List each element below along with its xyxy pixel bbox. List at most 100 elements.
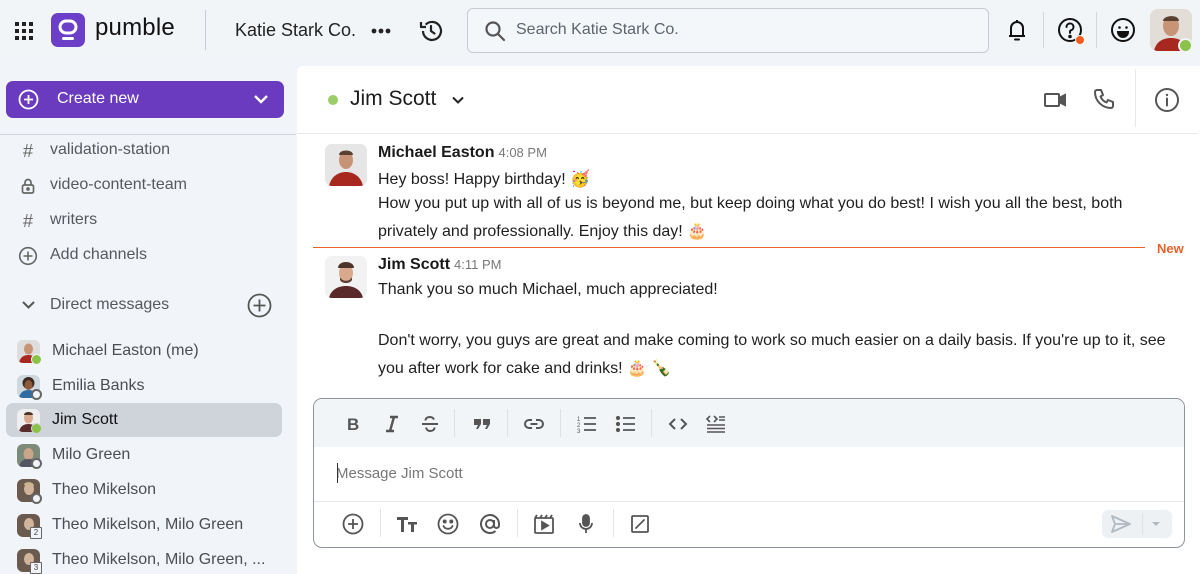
author-name: Michael Easton [378,144,495,161]
add-channels-button[interactable]: Add channels [0,240,290,270]
member-count-badge: 3 [30,562,42,574]
dm-label: Milo Green [52,446,131,463]
hash-icon: # [22,141,33,161]
italic-icon[interactable] [381,413,403,435]
chevron-down-icon [252,92,270,106]
help-icon[interactable] [1057,16,1085,46]
text-format-icon[interactable] [395,512,419,536]
mention-icon[interactable] [478,512,502,536]
code-icon[interactable] [667,413,689,435]
send-icon[interactable] [1110,514,1132,534]
bold-icon[interactable]: B [342,413,364,435]
message-author[interactable]: Jim Scott 4:11 PM [378,256,501,274]
dm-label: Jim Scott [52,411,118,428]
divider [560,409,561,437]
divider [517,509,518,537]
presence-indicator [31,423,42,434]
workspace-name[interactable]: Katie Stark Co. [235,20,356,41]
send-options-chevron-icon[interactable] [1150,520,1162,528]
add-direct-message-icon[interactable] [247,293,272,318]
video-call-icon[interactable] [1043,89,1067,111]
member-count-badge: 2 [30,527,42,539]
new-messages-divider [313,247,1145,248]
top-bar: pumble Katie Stark Co. [0,0,1200,62]
channel-label: writers [50,211,98,228]
dm-group-3[interactable]: 3 Theo Mikelson, Milo Green, ... [6,543,282,574]
sidebar-channel-validation-station[interactable]: # validation-station [0,135,290,165]
emoji-icon[interactable] [436,512,460,536]
chevron-down-icon[interactable] [21,299,36,311]
dm-theo-mikelson[interactable]: Theo Mikelson [6,473,282,507]
channel-label: video-content-team [50,176,187,193]
plus-circle-icon [18,246,38,266]
dm-label: Theo Mikelson, Milo Green, ... [52,551,266,568]
logo-text: pumble [95,14,175,41]
media-clip-icon[interactable] [532,512,556,536]
message-input[interactable] [336,461,1136,485]
conversation-header: Jim Scott [297,66,1197,134]
slash-command-icon[interactable] [628,512,652,536]
text-cursor [337,463,338,483]
emoji-status-icon[interactable] [1110,17,1136,43]
search-bar[interactable] [467,8,989,53]
dm-michael-easton[interactable]: Michael Easton (me) [6,334,282,368]
search-icon [484,20,506,42]
code-block-icon[interactable] [705,413,727,435]
presence-indicator [31,458,42,469]
conversation-title[interactable]: Jim Scott [350,87,436,111]
dm-label: Emilia Banks [52,377,145,394]
message-author[interactable]: Michael Easton 4:08 PM [378,144,547,162]
microphone-icon[interactable] [574,512,598,536]
sidebar-channel-writers[interactable]: # writers [0,205,290,235]
dm-milo-green[interactable]: Milo Green [6,438,282,472]
dm-jim-scott[interactable]: Jim Scott [6,403,282,437]
avatar[interactable] [325,144,367,186]
divider [1142,514,1143,534]
sidebar-channel-video-content-team[interactable]: video-content-team [0,170,290,200]
dm-label: Theo Mikelson, Milo Green [52,516,244,533]
create-new-label: Create new [57,90,139,107]
more-icon[interactable] [370,22,392,40]
create-new-button[interactable]: Create new [6,81,284,118]
conversation-panel: Jim Scott Michael Easton 4:08 PM Hey boss… [297,66,1200,574]
presence-indicator [31,354,42,365]
history-icon[interactable] [418,18,444,44]
presence-indicator [1178,38,1193,53]
new-messages-label: New [1157,241,1184,256]
svg-text:3: 3 [577,429,581,435]
divider [1135,69,1136,127]
message-text: How you put up with all of us is beyond … [378,195,1123,212]
link-icon[interactable] [523,413,545,435]
direct-messages-label: Direct messages [50,296,170,313]
dm-label: Michael Easton (me) [52,342,199,359]
divider [1096,12,1097,48]
notification-badge [1075,35,1085,45]
strikethrough-icon[interactable] [419,413,441,435]
message-text: Thank you so much Michael, much apprecia… [378,281,718,298]
svg-text:B: B [347,415,359,434]
dm-group-2[interactable]: 2 Theo Mikelson, Milo Green [6,508,282,542]
quote-icon[interactable] [471,413,493,435]
add-attachment-icon[interactable] [341,512,365,536]
phone-call-icon[interactable] [1092,87,1116,111]
divider [314,501,1184,502]
info-icon[interactable] [1154,87,1180,113]
dm-emilia-banks[interactable]: Emilia Banks [6,369,282,403]
message-text: privately and professionally. Enjoy this… [378,223,708,240]
ordered-list-icon[interactable]: 123 [576,413,598,435]
message-text: Hey boss! Happy birthday! 🥳 [378,171,591,188]
presence-indicator [31,389,42,400]
pumble-logo-icon [51,13,85,47]
search-input[interactable] [516,17,976,43]
divider [1043,12,1044,48]
divider [651,409,652,437]
chevron-down-icon[interactable] [451,95,465,105]
bell-icon[interactable] [1005,17,1029,43]
plus-circle-icon [18,89,39,110]
avatar[interactable] [325,256,367,298]
bullet-list-icon[interactable] [615,413,637,435]
direct-messages-header: Direct messages [0,290,290,320]
divider [205,10,206,50]
message-timestamp: 4:11 PM [454,257,502,272]
apps-grid-icon[interactable] [14,21,34,41]
